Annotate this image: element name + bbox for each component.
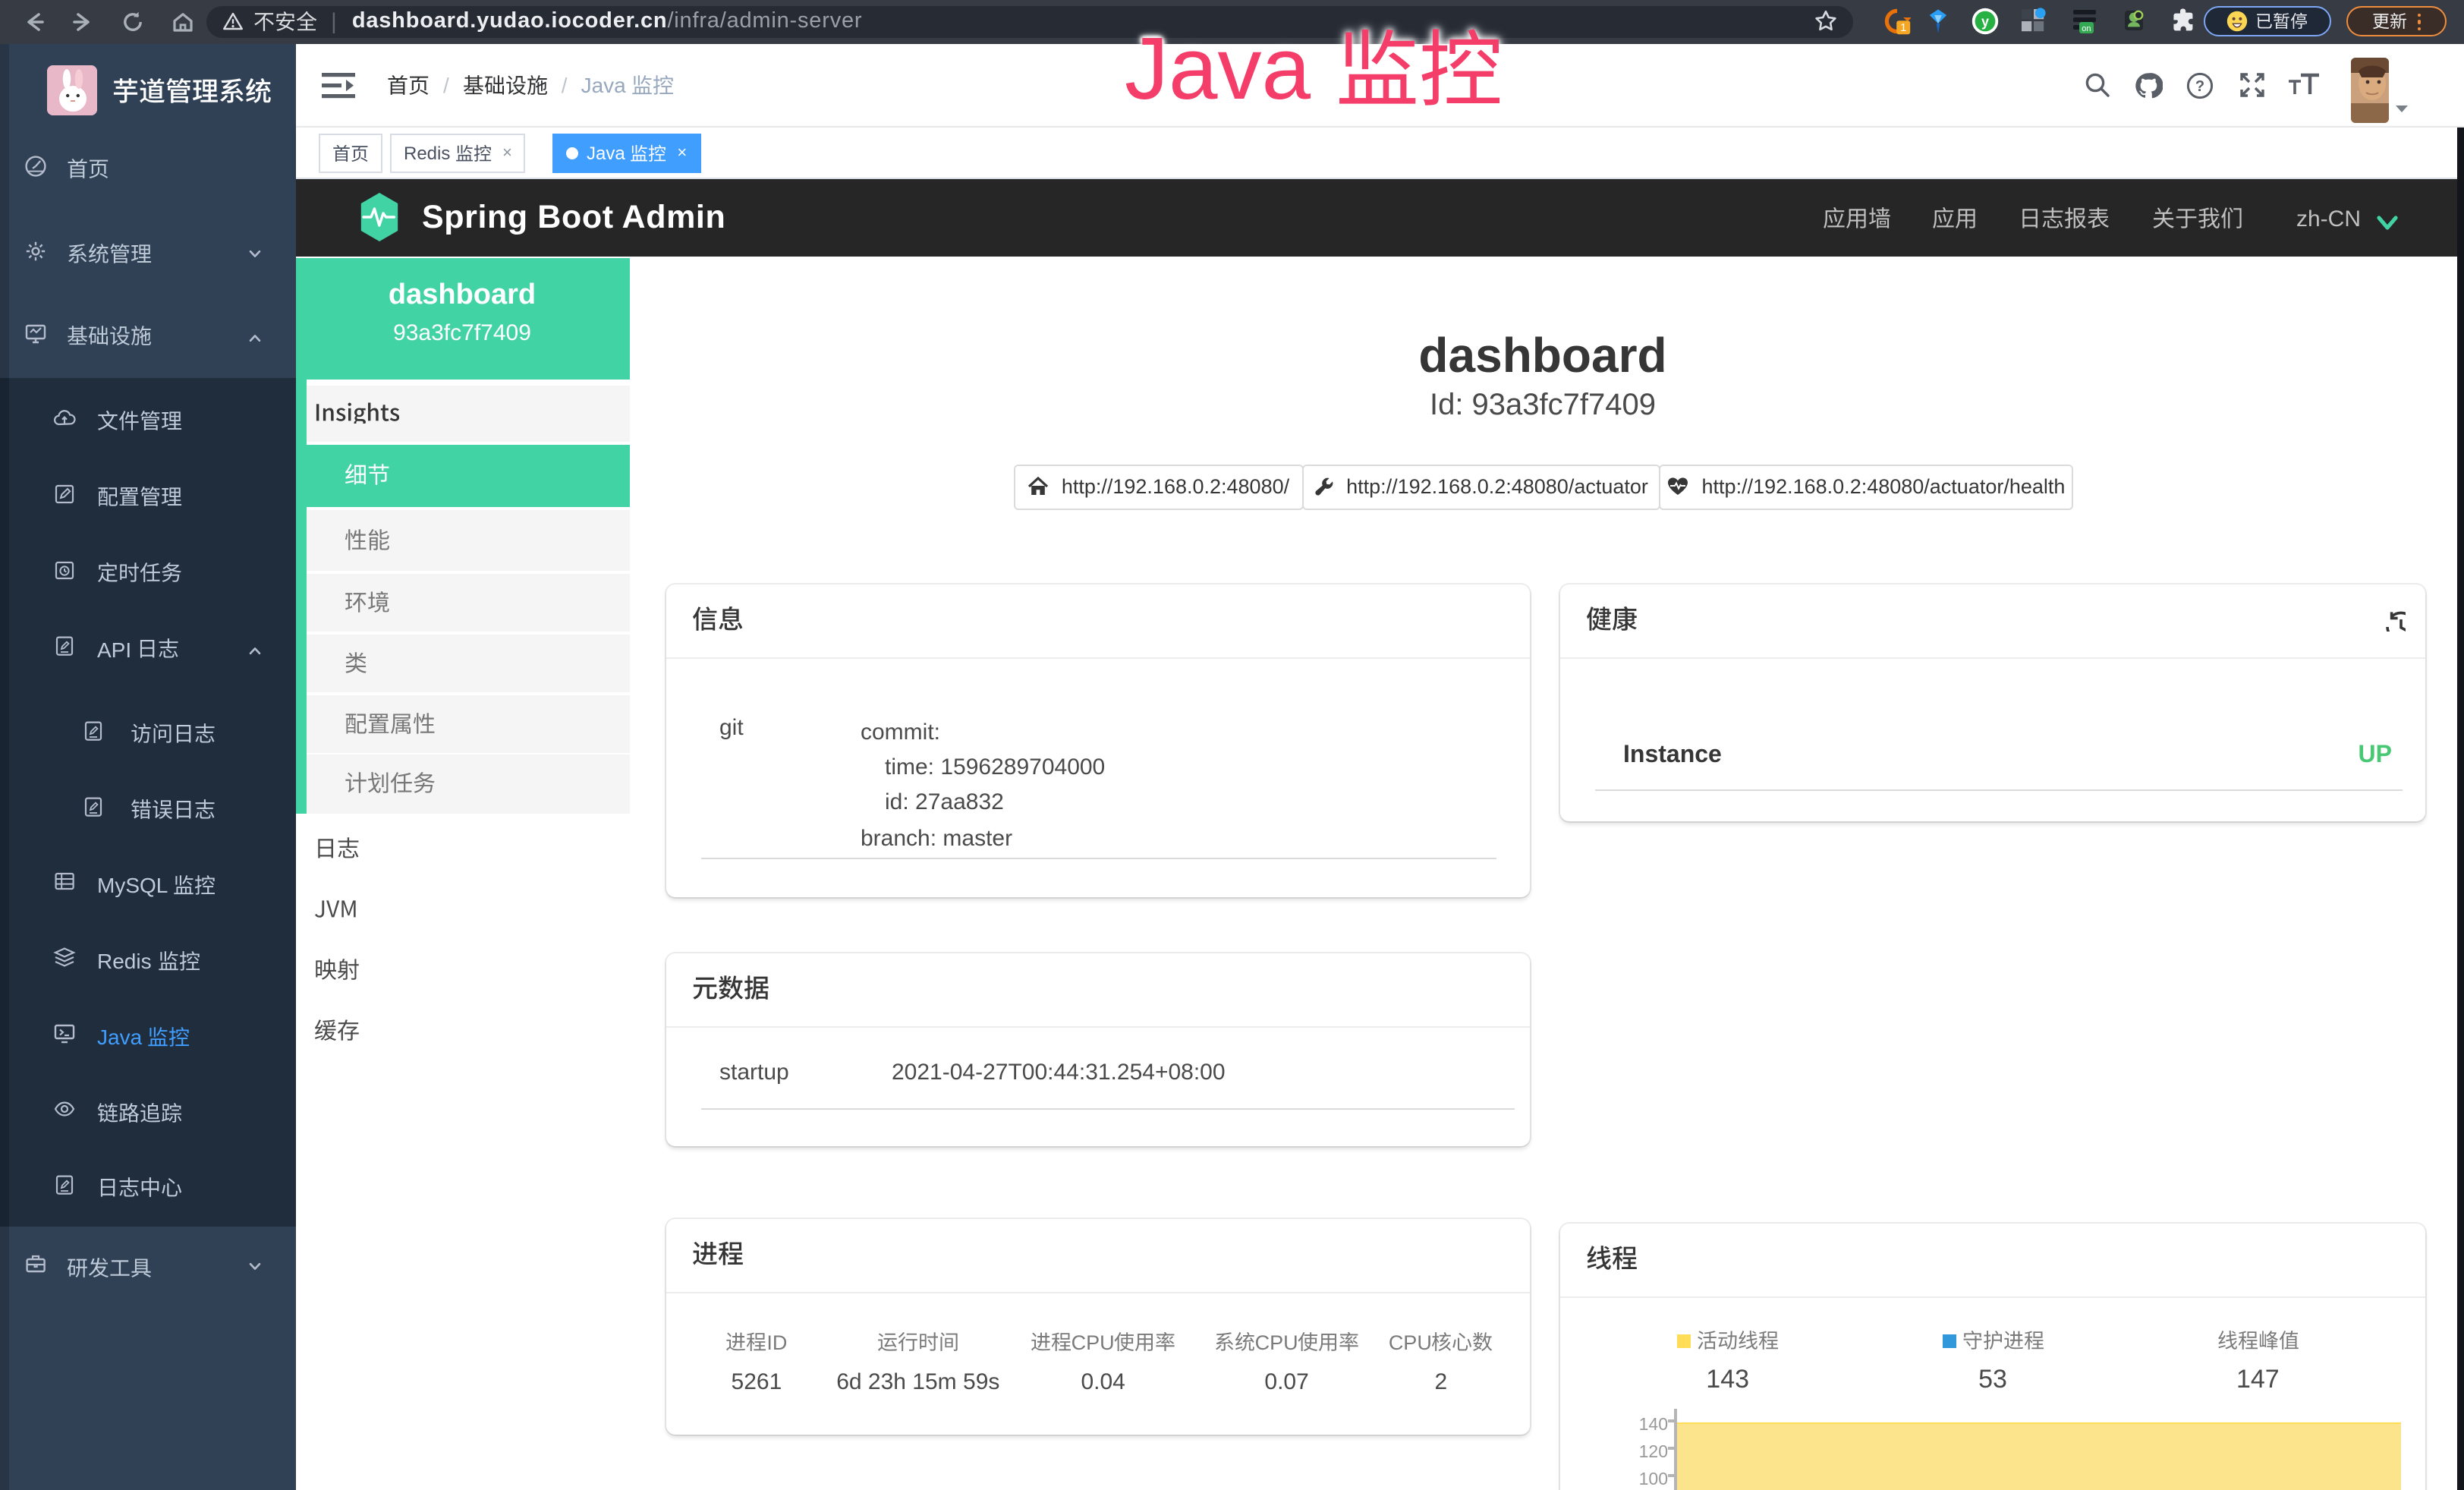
svg-text:on: on xyxy=(2082,24,2091,33)
svg-text:?: ? xyxy=(2195,78,2204,95)
svg-text:y: y xyxy=(1981,14,1989,30)
svg-text:1: 1 xyxy=(1900,22,1906,35)
